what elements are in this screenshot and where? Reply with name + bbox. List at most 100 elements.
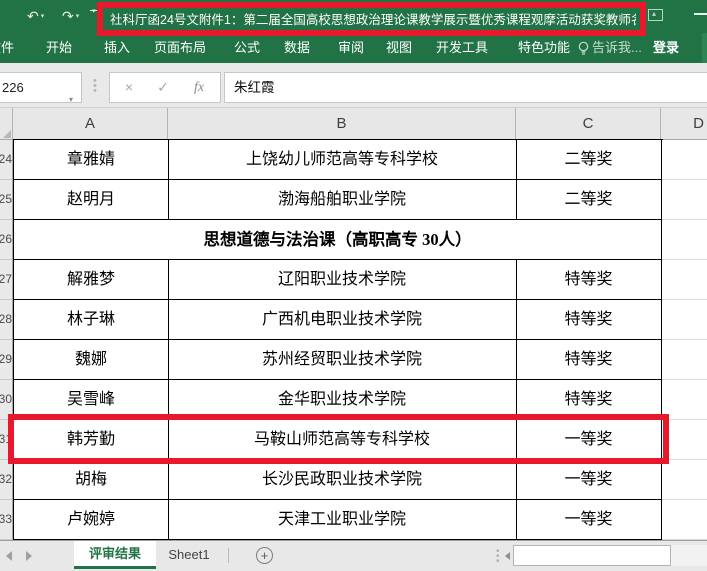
cell-school[interactable]: 渤海船舶职业学院 bbox=[168, 180, 517, 220]
row-header[interactable]: 230 bbox=[0, 380, 13, 420]
ribbon-tab-4[interactable]: 页面布局 bbox=[152, 33, 208, 63]
ribbon-tab-row: 文件开始插入页面布局公式数据审阅视图开发工具特色功能 告诉我... 登录 bbox=[0, 33, 707, 63]
cell-empty[interactable] bbox=[662, 220, 707, 260]
scrollbar-dots-icon[interactable]: ••• bbox=[496, 549, 500, 564]
tell-me-button[interactable]: 告诉我... bbox=[592, 33, 642, 63]
cell-empty[interactable] bbox=[662, 300, 707, 340]
table-row: 230吴雪峰金华职业技术学院特等奖 bbox=[0, 380, 707, 420]
cell-award[interactable]: 一等奖 bbox=[516, 460, 662, 500]
redo-button[interactable]: ↷ ▾ bbox=[62, 7, 79, 25]
ribbon-tab-10[interactable]: 特色功能 bbox=[516, 33, 572, 63]
cell-school[interactable]: 广西机电职业技术学院 bbox=[168, 300, 517, 340]
customize-toolbar-button[interactable] bbox=[90, 7, 102, 22]
name-box[interactable]: 226 ▾ bbox=[0, 72, 82, 103]
table-row: 227解雅梦辽阳职业技术学院特等奖 bbox=[0, 260, 707, 300]
ribbon-tab-2[interactable]: 开始 bbox=[44, 33, 74, 63]
sheet-nav-right-icon[interactable] bbox=[26, 551, 32, 561]
cell-award[interactable]: 特等奖 bbox=[516, 340, 662, 380]
column-header-a[interactable]: A bbox=[13, 108, 168, 139]
cell-name[interactable]: 吴雪峰 bbox=[13, 380, 169, 420]
hscroll-track[interactable] bbox=[513, 545, 707, 566]
row-header[interactable]: 233 bbox=[0, 500, 13, 540]
row-header[interactable]: 226 bbox=[0, 220, 13, 260]
cell-name[interactable]: 卢婉婷 bbox=[13, 500, 169, 540]
cell-name[interactable]: 赵明月 bbox=[13, 180, 169, 220]
cell-name[interactable]: 胡梅 bbox=[13, 460, 169, 500]
ribbon-tab-3[interactable]: 插入 bbox=[102, 33, 132, 63]
sheet-tab-sheet1[interactable]: Sheet1 bbox=[158, 541, 220, 569]
separator-dots-icon: ••• bbox=[93, 79, 96, 94]
cell-school[interactable]: 金华职业技术学院 bbox=[168, 380, 517, 420]
cell-name[interactable]: 魏娜 bbox=[13, 340, 169, 380]
cell-school[interactable]: 上饶幼儿师范高等专科学校 bbox=[168, 140, 517, 180]
table-row: 228林子琳广西机电职业技术学院特等奖 bbox=[0, 300, 707, 340]
column-header-b[interactable]: B bbox=[168, 108, 516, 139]
insert-function-icon[interactable]: fx bbox=[184, 73, 214, 102]
table-row: 231韩芳勤马鞍山师范高等专科学校一等奖 bbox=[0, 420, 707, 460]
hscroll-left-icon[interactable] bbox=[505, 552, 510, 560]
cell-name[interactable]: 章雅婧 bbox=[13, 140, 169, 180]
cell-award[interactable]: 一等奖 bbox=[516, 500, 662, 540]
cell-empty[interactable] bbox=[662, 260, 707, 300]
cell-award[interactable]: 一等奖 bbox=[516, 420, 662, 460]
ribbon-tab-8[interactable]: 视图 bbox=[384, 33, 414, 63]
column-header-row: A B C D bbox=[0, 108, 707, 140]
cell-school[interactable]: 马鞍山师范高等专科学校 bbox=[168, 420, 517, 460]
cell-empty[interactable] bbox=[662, 460, 707, 500]
cell-award[interactable]: 特等奖 bbox=[516, 380, 662, 420]
cell-name[interactable]: 解雅梦 bbox=[13, 260, 169, 300]
table-row: 224章雅婧上饶幼儿师范高等专科学校二等奖 bbox=[0, 140, 707, 180]
cancel-icon[interactable]: × bbox=[114, 73, 144, 102]
cell-name[interactable]: 林子琳 bbox=[13, 300, 169, 340]
confirm-icon[interactable]: ✓ bbox=[148, 73, 178, 102]
customize-toolbar-icon bbox=[90, 10, 102, 22]
tab-divider bbox=[228, 548, 229, 563]
row-header[interactable]: 228 bbox=[0, 300, 13, 340]
ribbon-display-options-icon[interactable] bbox=[648, 9, 663, 21]
cell-empty[interactable] bbox=[662, 340, 707, 380]
cell-school[interactable]: 苏州经贸职业技术学院 bbox=[168, 340, 517, 380]
cell-name[interactable]: 韩芳勤 bbox=[13, 420, 169, 460]
sheet-nav-left-icon[interactable] bbox=[6, 551, 12, 561]
ribbon-tab-7[interactable]: 审阅 bbox=[336, 33, 366, 63]
row-header[interactable]: 224 bbox=[0, 140, 13, 180]
cell-school[interactable]: 辽阳职业技术学院 bbox=[168, 260, 517, 300]
column-header-d[interactable]: D bbox=[661, 108, 707, 139]
table-row: 226思想道德与法治课（高职高专 30人） bbox=[0, 220, 707, 260]
table-row: 232胡梅长沙民政职业技术学院一等奖 bbox=[0, 460, 707, 500]
cell-award[interactable]: 二等奖 bbox=[516, 180, 662, 220]
row-header[interactable]: 227 bbox=[0, 260, 13, 300]
formula-input[interactable]: 朱红霞 bbox=[224, 72, 707, 103]
row-header[interactable]: 231 bbox=[0, 420, 13, 460]
column-header-c[interactable]: C bbox=[516, 108, 661, 139]
cell-empty[interactable] bbox=[662, 420, 707, 460]
hscroll-thumb[interactable] bbox=[513, 545, 671, 566]
cell-award[interactable]: 二等奖 bbox=[516, 140, 662, 180]
select-all-corner[interactable] bbox=[0, 108, 13, 139]
row-header[interactable]: 229 bbox=[0, 340, 13, 380]
cell-empty[interactable] bbox=[662, 140, 707, 180]
row-header[interactable]: 225 bbox=[0, 180, 13, 220]
ribbon-edge-decoration bbox=[702, 33, 707, 63]
cell-school[interactable]: 天津工业职业学院 bbox=[168, 500, 517, 540]
cell-school[interactable]: 长沙民政职业技术学院 bbox=[168, 460, 517, 500]
cell-award[interactable]: 特等奖 bbox=[516, 260, 662, 300]
add-sheet-button[interactable]: + bbox=[256, 547, 273, 564]
cell-empty[interactable] bbox=[662, 380, 707, 420]
ribbon-tab-9[interactable]: 开发工具 bbox=[434, 33, 490, 63]
sheet-tab-pingshenjieguo[interactable]: 评审结果 bbox=[74, 541, 156, 569]
cell-award[interactable]: 特等奖 bbox=[516, 300, 662, 340]
login-button[interactable]: 登录 bbox=[653, 33, 679, 63]
minimize-button[interactable] bbox=[694, 13, 707, 15]
row-header[interactable]: 232 bbox=[0, 460, 13, 500]
undo-icon: ↶ bbox=[27, 7, 39, 25]
cell-empty[interactable] bbox=[662, 180, 707, 220]
ribbon-tab-5[interactable]: 公式 bbox=[232, 33, 262, 63]
ribbon-tab-1[interactable]: 文件 bbox=[0, 33, 16, 63]
merged-section-cell[interactable]: 思想道德与法治课（高职高专 30人） bbox=[13, 220, 662, 260]
window-title: 社科厅函24号文附件1：第二届全国高校思想政治理论课教学展示暨优秀课程观摩活动获… bbox=[110, 9, 636, 26]
chevron-down-icon: ▾ bbox=[41, 12, 45, 20]
cell-empty[interactable] bbox=[662, 500, 707, 540]
ribbon-tab-6[interactable]: 数据 bbox=[282, 33, 312, 63]
undo-button[interactable]: ↶ ▾ bbox=[27, 7, 44, 25]
